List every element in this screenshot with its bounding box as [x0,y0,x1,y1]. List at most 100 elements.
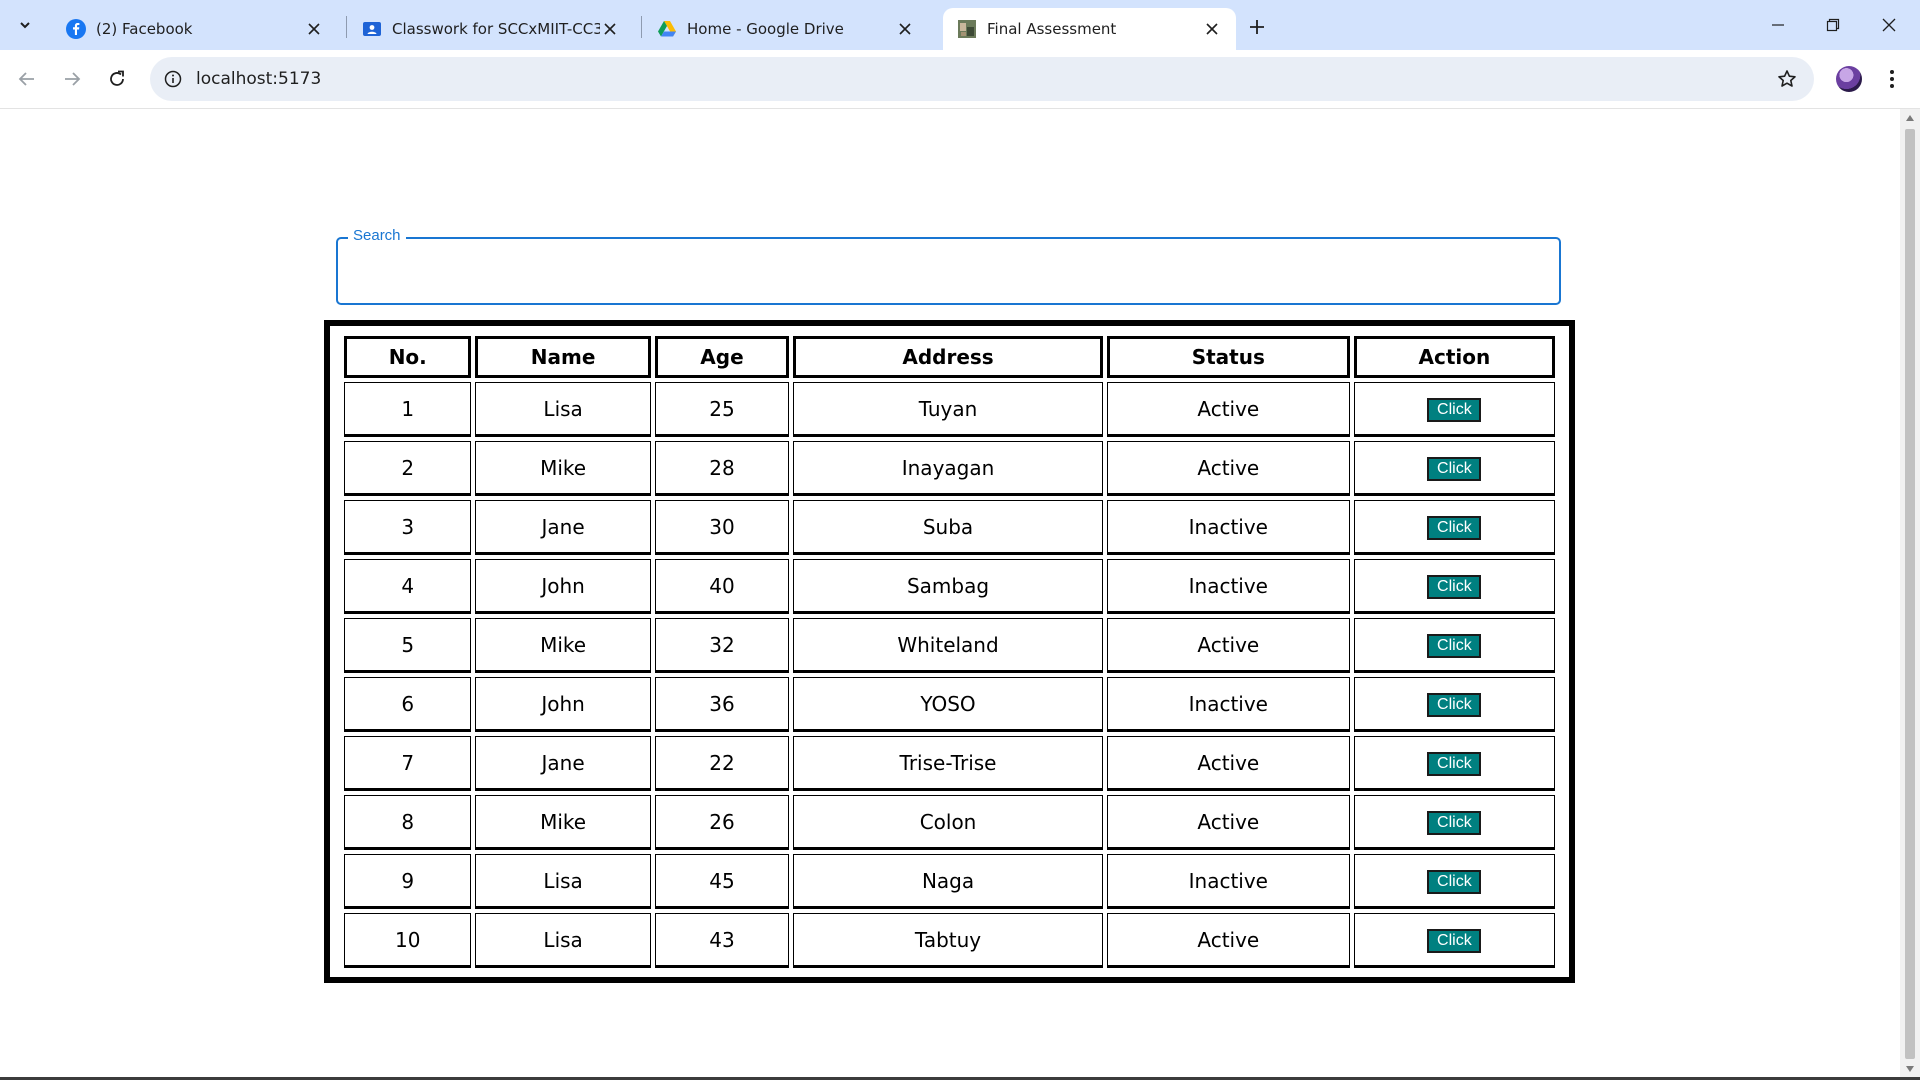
tab-separator [641,16,642,38]
close-window-button[interactable] [1862,0,1916,50]
close-icon[interactable] [1202,19,1222,39]
cell-status: Active [1106,913,1350,968]
close-icon[interactable] [600,19,620,39]
cell-name: Lisa [475,913,651,968]
address-bar[interactable]: localhost:5173 [150,57,1814,101]
cell-action: Click [1353,854,1555,909]
column-header-name: Name [475,336,651,378]
cell-action: Click [1353,913,1555,968]
bookmark-star-icon[interactable] [1776,68,1798,90]
minimize-button[interactable] [1751,0,1805,50]
url-text: localhost:5173 [196,69,322,89]
cell-address: Tuyan [793,382,1103,437]
table-row: 7 Jane 22 Trise-Trise Active Click [344,736,1555,791]
page-favicon [957,19,977,39]
scroll-up-icon[interactable] [1905,113,1915,123]
click-button[interactable]: Click [1427,634,1482,658]
browser-menu-button[interactable] [1880,63,1904,95]
tab-final-assessment[interactable]: Final Assessment [943,8,1236,50]
column-header-status: Status [1106,336,1350,378]
cell-action: Click [1353,795,1555,850]
click-button[interactable]: Click [1427,811,1482,835]
tab-separator [346,16,347,38]
cell-status: Active [1106,441,1350,496]
forward-button[interactable] [54,61,90,97]
cell-name: Jane [475,736,651,791]
table-row: 1 Lisa 25 Tuyan Active Click [344,382,1555,437]
arrow-left-icon [18,72,34,86]
search-field[interactable]: Search [336,227,1561,305]
tab-title: Home - Google Drive [687,20,844,38]
tab-title: Final Assessment [987,20,1117,38]
cell-status: Inactive [1106,677,1350,732]
click-button[interactable]: Click [1427,457,1482,481]
tab-facebook[interactable]: (2) Facebook [52,8,338,50]
reload-icon [110,70,124,86]
table-header-row: No. Name Age Address Status Action [344,336,1555,378]
reload-button[interactable] [99,61,135,97]
restore-button[interactable] [1806,0,1860,50]
cell-address: Tabtuy [793,913,1103,968]
search-input[interactable] [348,253,1547,291]
page-scrollbar[interactable] [1900,109,1920,1078]
cell-no: 6 [344,677,472,732]
profile-avatar[interactable] [1836,66,1862,92]
table-row: 4 John 40 Sambag Inactive Click [344,559,1555,614]
new-tab-button[interactable] [1243,13,1271,41]
click-button[interactable]: Click [1427,516,1482,540]
cell-address: Trise-Trise [793,736,1103,791]
click-button[interactable]: Click [1427,398,1482,422]
tab-google-drive[interactable]: Home - Google Drive [643,8,929,50]
click-button[interactable]: Click [1427,693,1482,717]
table-row: 9 Lisa 45 Naga Inactive Click [344,854,1555,909]
cell-age: 22 [654,736,790,791]
close-icon[interactable] [304,19,324,39]
click-button[interactable]: Click [1427,752,1482,776]
facebook-icon [66,19,86,39]
cell-age: 45 [654,854,790,909]
table-row: 5 Mike 32 Whiteland Active Click [344,618,1555,673]
table-row: 8 Mike 26 Colon Active Click [344,795,1555,850]
tab-title: Classwork for SCCxMIIT-CC313 [392,20,600,38]
tab-strip: (2) Facebook Classwork for SCCxMIIT-CC31… [0,0,1920,50]
plus-icon [1250,20,1264,34]
cell-no: 10 [344,913,472,968]
cell-no: 1 [344,382,472,437]
back-button[interactable] [9,61,45,97]
click-button[interactable]: Click [1427,929,1482,953]
table-row: 2 Mike 28 Inayagan Active Click [344,441,1555,496]
tab-search-button[interactable] [9,9,41,41]
site-info-icon[interactable] [163,69,183,89]
close-icon[interactable] [895,19,915,39]
cell-name: Jane [475,500,651,555]
click-button[interactable]: Click [1427,870,1482,894]
arrow-right-icon [65,72,81,86]
cell-age: 32 [654,618,790,673]
cell-status: Inactive [1106,500,1350,555]
cell-action: Click [1353,677,1555,732]
close-icon [1882,18,1896,32]
cell-name: Lisa [475,854,651,909]
cell-status: Inactive [1106,854,1350,909]
column-header-action: Action [1353,336,1555,378]
table-row: 10 Lisa 43 Tabtuy Active Click [344,913,1555,968]
cell-address: Colon [793,795,1103,850]
cell-age: 30 [654,500,790,555]
scroll-down-icon[interactable] [1905,1064,1915,1074]
cell-no: 8 [344,795,472,850]
cell-status: Active [1106,795,1350,850]
classroom-icon [362,19,382,39]
tab-classwork[interactable]: Classwork for SCCxMIIT-CC313 [348,8,634,50]
cell-name: John [475,559,651,614]
scroll-thumb[interactable] [1905,129,1915,1059]
cell-age: 43 [654,913,790,968]
tab-title: (2) Facebook [96,20,193,38]
click-button[interactable]: Click [1427,575,1482,599]
column-header-no: No. [344,336,472,378]
data-table: No. Name Age Address Status Action 1 Lis… [340,332,1559,972]
cell-status: Active [1106,736,1350,791]
search-label: Search [348,227,406,244]
column-header-address: Address [793,336,1103,378]
cell-name: Mike [475,795,651,850]
cell-age: 25 [654,382,790,437]
